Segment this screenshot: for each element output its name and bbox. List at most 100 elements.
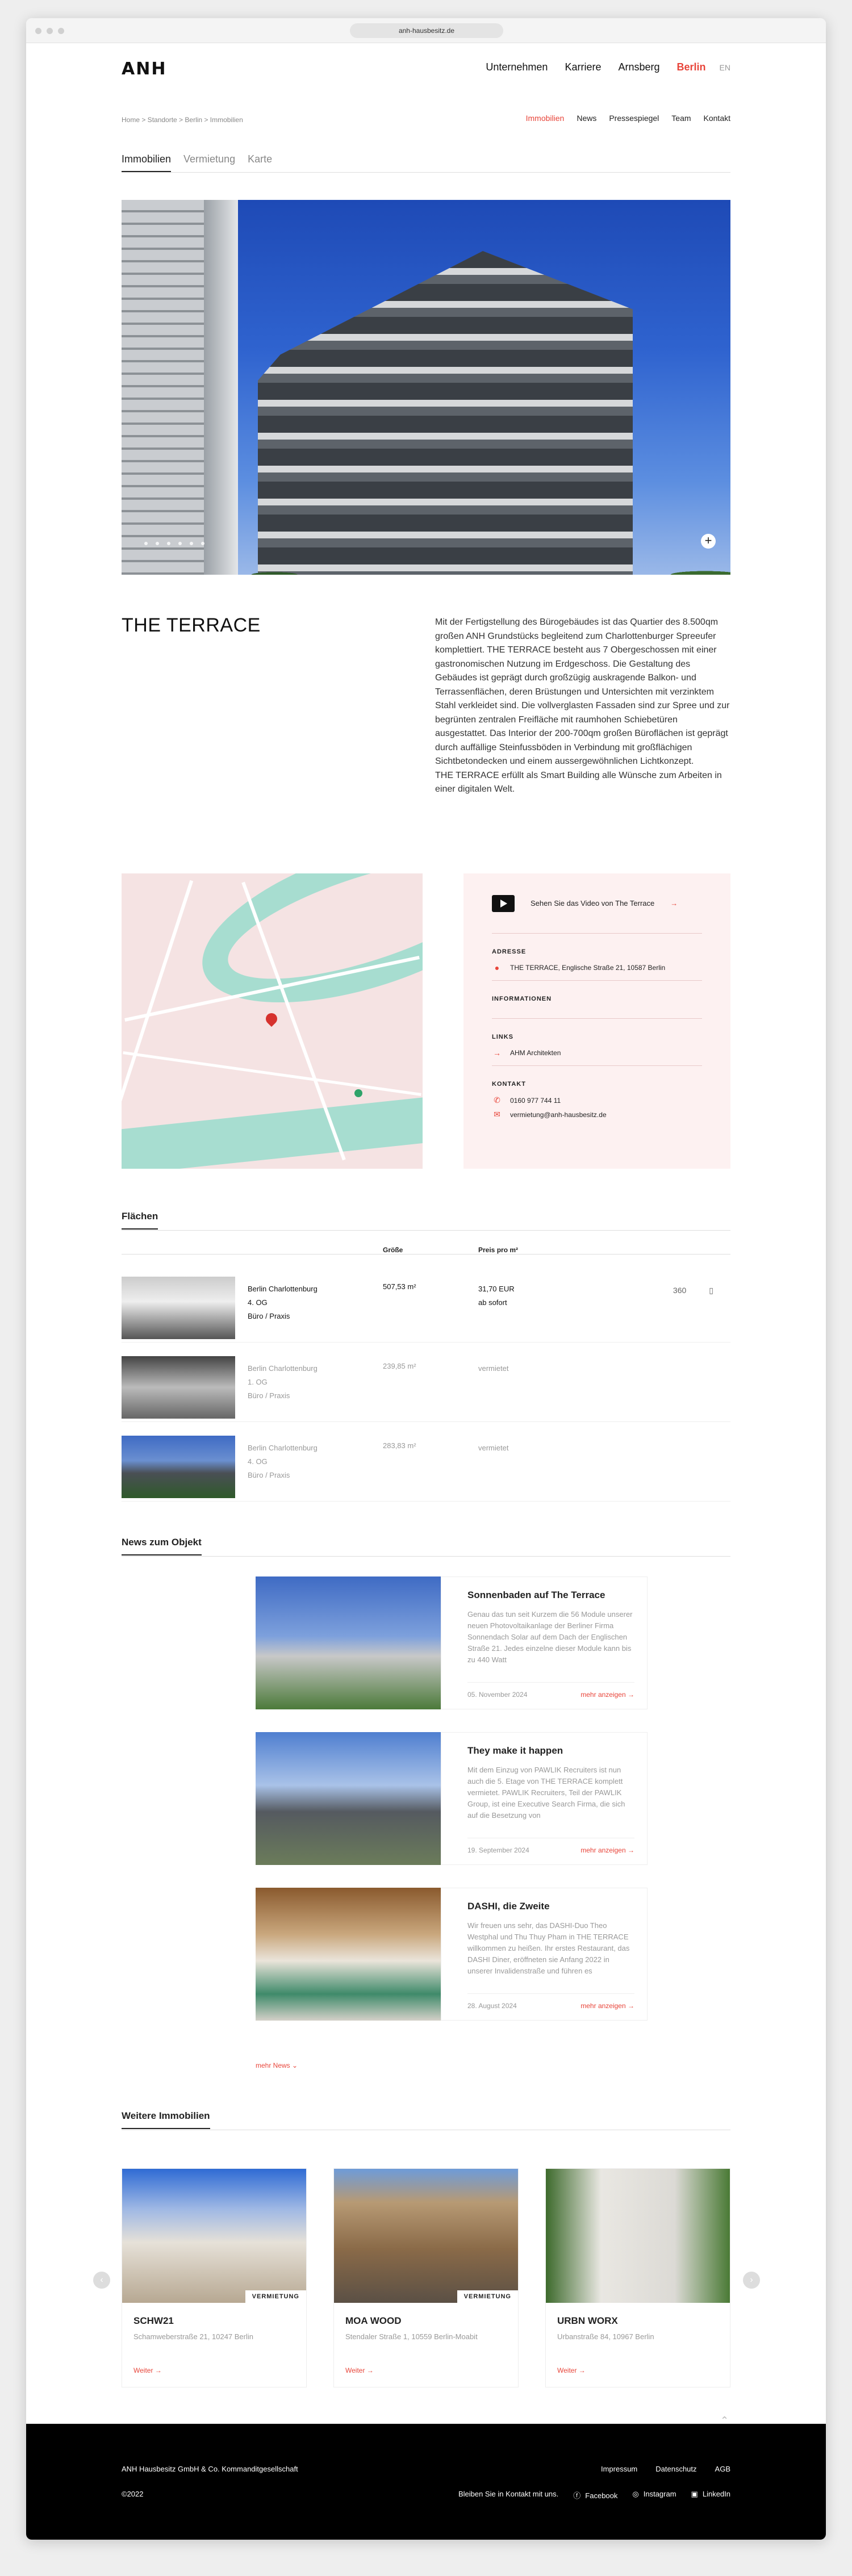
carousel-prev-icon[interactable]: ‹ [93,2272,110,2289]
nav-arnsberg[interactable]: Arnsberg [618,61,659,73]
video-label[interactable]: Sehen Sie das Video von The Terrace [531,899,654,908]
video-row[interactable]: Sehen Sie das Video von The Terrace → [492,873,702,934]
information-section: INFORMATIONEN [492,981,702,1019]
news-image[interactable] [256,1576,441,1709]
flaechen-heading: Flächen [122,1211,730,1231]
main-nav: Unternehmen Karriere Arnsberg Berlin EN [486,61,730,73]
map-river [182,873,423,1036]
more-link[interactable]: mehr anzeigen → [580,1691,634,1699]
property-image[interactable]: VERMIETUNG [122,2169,306,2303]
breadcrumb[interactable]: Home > Standorte > Berlin > Immobilien [122,116,243,124]
property-card[interactable]: VERMIETUNG SCHW21 Schamweberstraße 21, 1… [122,2168,307,2387]
subnav-news[interactable]: News [577,114,596,123]
email-link[interactable]: vermietung@anh-hausbesitz.de [510,1111,607,1119]
footer-copyright: ©2022 [122,2490,144,2498]
architect-link[interactable]: AHM Architekten [510,1049,561,1057]
phone-link[interactable]: 0160 977 744 11 [510,1097,561,1105]
space-thumbnail[interactable] [122,1277,235,1339]
map-pin-icon[interactable] [263,1010,280,1027]
contact-section: KONTAKT ✆ 0160 977 744 11 ✉ vermietung@anh… [492,1066,702,1127]
phone-icon: ✆ [494,1095,500,1105]
table-row[interactable]: Berlin Charlottenburg 4. OG Büro / Praxis … [122,1263,730,1343]
arrow-right-icon[interactable]: → [670,899,678,908]
address-text: THE TERRACE, Englische Straße 21, 10587 … [510,964,666,972]
zoom-plus-icon[interactable]: + [701,534,716,549]
nav-karriere[interactable]: Karriere [565,61,601,73]
slider-dots[interactable] [144,542,204,545]
browser-chrome: anh-hausbesitz.de [26,18,826,43]
more-link[interactable]: mehr anzeigen → [580,1846,634,1854]
close-dot[interactable] [35,28,41,34]
description-paragraph-2: THE TERRACE erfüllt als Smart Building a… [435,770,722,794]
table-row[interactable]: Berlin Charlottenburg 1. OG Büro / Praxis … [122,1343,730,1422]
360-tour-icon[interactable]: 360 [673,1286,686,1295]
trees [224,524,730,575]
minimize-dot[interactable] [47,28,53,34]
arrow-right-icon: → [493,1048,501,1057]
flaechen-table-header: Größe Preis pro m² [122,1246,730,1254]
news-card[interactable]: They make it happen Mit dem Einzug von P… [256,1732,648,1865]
address-bar[interactable]: anh-hausbesitz.de [350,23,503,38]
status-badge: VERMIETUNG [245,2290,306,2303]
table-row[interactable]: Berlin Charlottenburg 4. OG Büro / Praxis … [122,1422,730,1502]
impressum-link[interactable]: Impressum [601,2465,637,2473]
facebook-icon: ⓕ [573,2491,581,2500]
hero-image[interactable]: + [122,200,730,575]
more-link[interactable]: mehr anzeigen → [580,2002,634,2010]
col-size: Größe [383,1246,403,1254]
status-badge: VERMIETUNG [457,2290,518,2303]
news-card[interactable]: Sonnenbaden auf The Terrace Genau das tu… [256,1576,648,1709]
information-label[interactable]: INFORMATIONEN [492,996,702,1002]
anh-logo[interactable]: ANH [122,59,166,79]
property-title: THE TERRACE [122,614,261,636]
breadcrumb-row: Home > Standorte > Berlin > Immobilien I… [122,114,730,124]
tab-immobilien[interactable]: Immobilien [122,153,172,172]
datenschutz-link[interactable]: Datenschutz [655,2465,696,2473]
property-card[interactable]: VERMIETUNG MOA WOOD Stendaler Straße 1, … [333,2168,519,2387]
weiter-link[interactable]: Weiter → [133,2366,162,2374]
property-image[interactable] [546,2169,730,2303]
address-label: ADRESSE [492,948,527,955]
property-image[interactable]: VERMIETUNG [334,2169,518,2303]
news-image[interactable] [256,1732,441,1865]
more-news-link[interactable]: mehr News ⌄ [256,2061,298,2069]
news-heading: News zum Objekt [122,1537,730,1557]
location-map[interactable] [122,873,423,1169]
linkedin-link[interactable]: ▣ LinkedIn [691,2490,730,2500]
property-card[interactable]: URBN WORX Urbanstraße 84, 10967 Berlin W… [545,2168,730,2387]
window-controls [35,28,64,34]
document-icon[interactable]: ▯ [709,1286,713,1295]
subnav-kontakt[interactable]: Kontakt [704,114,730,123]
weitere-heading: Weitere Immobilien [122,2110,730,2130]
subnav-pressespiegel[interactable]: Pressespiegel [609,114,659,123]
neighbor-building [122,200,238,575]
weiter-link[interactable]: Weiter → [345,2366,374,2374]
address-section: ADRESSE ● THE TERRACE, Englische Straße 2… [492,934,702,981]
footer-links: Impressum Datenschutz AGB [601,2465,730,2473]
transit-icon [354,1089,362,1097]
location-icon: ● [494,963,500,972]
subnav-team[interactable]: Team [671,114,691,123]
language-switch[interactable]: EN [720,63,730,72]
maximize-dot[interactable] [58,28,64,34]
space-thumbnail[interactable] [122,1356,235,1419]
facebook-link[interactable]: ⓕ Facebook [573,2490,617,2500]
carousel-next-icon[interactable]: › [743,2272,760,2289]
tab-karte[interactable]: Karte [248,153,272,172]
subnav-immobilien[interactable]: Immobilien [526,114,565,123]
agb-link[interactable]: AGB [715,2465,730,2473]
mail-icon: ✉ [494,1110,500,1119]
space-thumbnail[interactable] [122,1436,235,1498]
info-box: Sehen Sie das Video von The Terrace → AD… [463,873,730,1169]
weiter-link[interactable]: Weiter → [557,2366,586,2374]
contact-label: KONTAKT [492,1081,526,1088]
view-tabs: Immobilien Vermietung Karte [122,153,730,173]
video-play-icon[interactable] [492,894,515,912]
news-card[interactable]: DASHI, die Zweite Wir freuen uns sehr, d… [256,1888,648,2021]
instagram-link[interactable]: ◎ Instagram [632,2490,676,2500]
nav-unternehmen[interactable]: Unternehmen [486,61,548,73]
footer-company: ANH Hausbesitz GmbH & Co. Kommanditgesel… [122,2465,298,2473]
nav-berlin[interactable]: Berlin [677,61,706,73]
news-image[interactable] [256,1888,441,2021]
tab-vermietung[interactable]: Vermietung [183,153,235,172]
